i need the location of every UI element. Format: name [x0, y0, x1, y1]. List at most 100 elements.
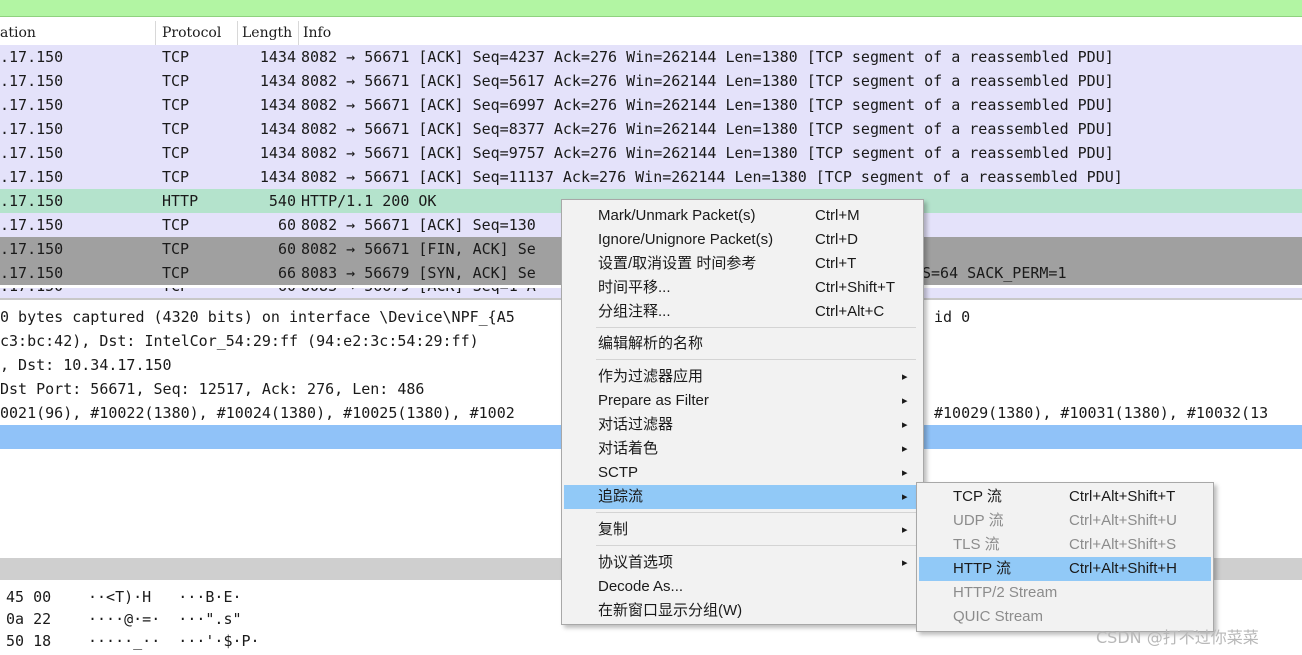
hex-ascii: ·····_·· ···'·$·P· [88, 632, 260, 650]
hex-bytes: 0a 22 [6, 610, 52, 628]
packet-protocol: TCP [162, 72, 190, 90]
packet-length: 540 [268, 192, 296, 210]
packet-destination: .17.150 [0, 72, 64, 90]
packet-list-header: ation Protocol Length Info [0, 21, 1302, 46]
packet-row[interactable]: .17.150 TCP 1434 8082 → 56671 [ACK] Seq=… [0, 45, 1302, 69]
menu-item-label: QUIC Stream [953, 608, 1044, 625]
menu-item-time-shift[interactable]: 时间平移... Ctrl+Shift+T [564, 276, 921, 300]
menu-item-shortcut: Ctrl+T [815, 255, 857, 272]
packet-protocol: TCP [162, 120, 190, 138]
packet-protocol: TCP [162, 168, 190, 186]
packet-length: 1434 [259, 144, 296, 162]
packet-length: 1434 [259, 120, 296, 138]
packet-info: 8082 → 56671 [ACK] Seq=9757 Ack=276 Win=… [301, 144, 1114, 162]
packet-length: 60 [277, 240, 296, 258]
menu-item-label: HTTP/2 Stream [953, 584, 1058, 601]
column-length[interactable]: Length [238, 21, 299, 45]
menu-item-label: Prepare as Filter [598, 392, 709, 409]
packet-row[interactable]: .17.150 TCP 1434 8082 → 56671 [ACK] Seq=… [0, 165, 1302, 189]
packet-length: 66 [277, 264, 296, 282]
packet-destination: .17.150 [0, 240, 64, 258]
menu-item-label: 时间平移... [598, 279, 671, 296]
menu-item-mark-packet[interactable]: Mark/Unmark Packet(s) Ctrl+M [564, 204, 921, 228]
detail-text: , Dst: 10.34.17.150 [0, 356, 172, 374]
submenu-item-http-stream[interactable]: HTTP 流 Ctrl+Alt+Shift+H [919, 557, 1211, 581]
column-protocol[interactable]: Protocol [158, 21, 238, 45]
hex-bytes: 45 00 [6, 588, 52, 606]
menu-item-shortcut: Ctrl+Alt+Shift+H [1069, 560, 1177, 577]
menu-item-shortcut: Ctrl+Alt+Shift+S [1069, 536, 1177, 553]
menu-item-label: 在新窗口显示分组(W) [598, 602, 743, 619]
packet-length: 1434 [259, 48, 296, 66]
menu-item-apply-as-filter[interactable]: 作为过滤器应用 ▸ [564, 365, 921, 389]
menu-item-shortcut: Ctrl+Alt+Shift+U [1069, 512, 1177, 529]
menu-item-show-packet-new-window[interactable]: 在新窗口显示分组(W) [564, 599, 921, 623]
packet-info: HTTP/1.1 200 OK [301, 192, 437, 210]
menu-item-sctp[interactable]: SCTP ▸ [564, 461, 921, 485]
submenu-arrow-icon: ▸ [902, 491, 908, 503]
packet-row[interactable]: .17.150 TCP 1434 8082 → 56671 [ACK] Seq=… [0, 141, 1302, 165]
menu-separator [596, 327, 916, 328]
detail-text: 0 bytes captured (4320 bits) on interfac… [0, 308, 515, 326]
menu-item-ignore-packet[interactable]: Ignore/Unignore Packet(s) Ctrl+D [564, 228, 921, 252]
menu-separator [596, 512, 916, 513]
submenu-arrow-icon: ▸ [902, 524, 908, 536]
menu-item-shortcut: Ctrl+M [815, 207, 860, 224]
menu-item-conversation-filter[interactable]: 对话过滤器 ▸ [564, 413, 921, 437]
submenu-arrow-icon: ▸ [902, 467, 908, 479]
packet-protocol: TCP [162, 264, 190, 282]
packet-info: 8082 → 56671 [ACK] Seq=8377 Ack=276 Win=… [301, 120, 1114, 138]
menu-item-label: 编辑解析的名称 [598, 335, 704, 352]
packet-destination: .17.150 [0, 264, 64, 282]
menu-item-label: SCTP [598, 464, 639, 481]
packet-row[interactable]: .17.150 TCP 1434 8082 → 56671 [ACK] Seq=… [0, 69, 1302, 93]
menu-item-label: TCP 流 [953, 488, 1002, 505]
packet-protocol: TCP [162, 240, 190, 258]
menu-item-prepare-as-filter[interactable]: Prepare as Filter ▸ [564, 389, 921, 413]
submenu-item-http2-stream: HTTP/2 Stream [919, 581, 1211, 605]
packet-protocol: TCP [162, 144, 190, 162]
hex-ascii: ····@·=· ···".s" [88, 610, 242, 628]
menu-item-copy[interactable]: 复制 ▸ [564, 518, 921, 542]
detail-text: c3:bc:42), Dst: IntelCor_54:29:ff (94:e2… [0, 332, 479, 350]
packet-destination: .17.150 [0, 144, 64, 162]
detail-text: 0021(96), #10022(1380), #10024(1380), #1… [0, 404, 515, 422]
submenu-arrow-icon: ▸ [902, 419, 908, 431]
packet-row[interactable]: .17.150 TCP 1434 8082 → 56671 [ACK] Seq=… [0, 117, 1302, 141]
packet-length: 1434 [259, 168, 296, 186]
submenu-item-tcp-stream[interactable]: TCP 流 Ctrl+Alt+Shift+T [919, 485, 1211, 509]
menu-item-label: 对话过滤器 [598, 416, 674, 433]
packet-info-tail: S=64 SACK_PERM=1 [922, 264, 1067, 282]
menu-item-shortcut: Ctrl+Shift+T [815, 279, 896, 296]
menu-item-decode-as[interactable]: Decode As... [564, 575, 921, 599]
menu-item-time-reference[interactable]: 设置/取消设置 时间参考 Ctrl+T [564, 252, 921, 276]
packet-info: 8082 → 56671 [ACK] Seq=4237 Ack=276 Win=… [301, 48, 1114, 66]
packet-row[interactable]: .17.150 TCP 1434 8082 → 56671 [ACK] Seq=… [0, 93, 1302, 117]
menu-item-label: Ignore/Unignore Packet(s) [598, 231, 774, 248]
packet-protocol: HTTP [162, 192, 199, 210]
menu-item-packet-comment[interactable]: 分组注释... Ctrl+Alt+C [564, 300, 921, 324]
menu-separator [596, 545, 916, 546]
packet-destination: .17.150 [0, 48, 64, 66]
menu-item-label: UDP 流 [953, 512, 1004, 529]
packet-length: 60 [240, 288, 296, 298]
menu-item-colorize-conversation[interactable]: 对话着色 ▸ [564, 437, 921, 461]
packet-destination: .17.150 [0, 120, 64, 138]
packet-protocol: TCP [162, 288, 189, 298]
submenu-arrow-icon: ▸ [902, 443, 908, 455]
hex-bytes: 50 18 [6, 632, 52, 650]
menu-item-label: 协议首选项 [598, 554, 674, 571]
packet-length: 1434 [259, 72, 296, 90]
menu-item-label: 设置/取消设置 时间参考 [598, 255, 757, 272]
menu-item-protocol-preferences[interactable]: 协议首选项 ▸ [564, 551, 921, 575]
display-filter-bar[interactable] [0, 0, 1302, 17]
watermark: CSDN @打不过你菜菜 [1096, 628, 1259, 647]
menu-item-edit-resolved-name[interactable]: 编辑解析的名称 [564, 332, 921, 356]
menu-item-follow-stream[interactable]: 追踪流 ▸ [564, 485, 921, 509]
column-info[interactable]: Info [299, 21, 1302, 45]
packet-destination: .17.150 [0, 216, 64, 234]
menu-item-label: HTTP 流 [953, 560, 1012, 577]
column-destination[interactable]: ation [0, 21, 156, 45]
menu-item-label: TLS 流 [953, 536, 1000, 553]
packet-context-menu: Mark/Unmark Packet(s) Ctrl+M Ignore/Unign… [561, 199, 924, 625]
